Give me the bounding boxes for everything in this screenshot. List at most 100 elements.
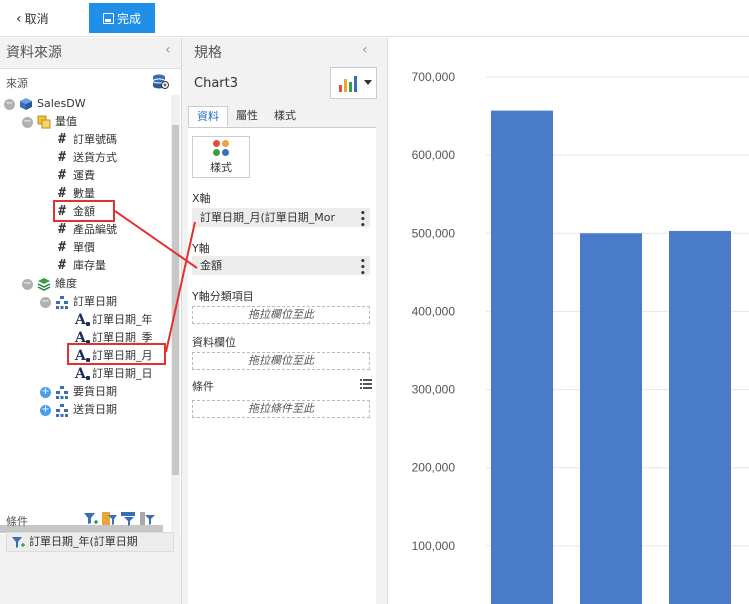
collapse-icon[interactable]: − [22,116,33,128]
tree-item-ship-method[interactable]: # 送貨方式 [0,149,170,167]
tree-item-dimensions[interactable]: − 維度 [0,275,170,293]
tree-item-label: 訂單號碼 [73,133,117,146]
cancel-label: 取消 [24,12,49,26]
chart-type-dropdown[interactable] [330,67,377,99]
style-button-label: 樣式 [210,161,232,174]
tree-item-measures[interactable]: − 量值 [0,113,170,131]
condition-label: 條件 [6,515,28,528]
y-tick-label: 600,000 [412,148,456,162]
tree-item-order-date-day[interactable]: A 訂單日期_日 [0,365,170,383]
expand-icon[interactable]: + [40,404,51,416]
measure-field-icon: # [58,258,66,273]
hierarchy-icon [55,385,69,399]
x-axis-field[interactable]: 訂單日期_月(訂單日期_Mor • • • [192,208,370,227]
tree-item-order-date[interactable]: − 訂單日期 [0,293,170,311]
collapse-icon[interactable]: − [22,278,33,290]
data-field-dropzone[interactable]: 拖拉欄位至此 [192,352,370,370]
collapse-spec-icon[interactable]: ‹ [362,42,368,58]
condition-item[interactable]: 訂單日期_年(訂單日期 [6,532,174,552]
tree-item-label: 單價 [73,241,95,254]
and-filter-icon[interactable] [101,510,118,527]
y-axis-label: Y軸 [192,242,210,255]
db-icon [19,97,33,111]
tab-data[interactable]: 資料 [188,106,228,127]
y-tick-label: 500,000 [412,226,456,240]
y-group-dropzone[interactable]: 拖拉欄位至此 [192,306,370,324]
y-axis-field[interactable]: 金額 • • • [192,256,370,275]
collapse-panel-icon[interactable]: ‹ [165,42,171,58]
tree-item-label: 運費 [73,169,95,182]
tree-item-unit-price[interactable]: # 單價 [0,239,170,257]
more-options-icon[interactable]: • • • [360,256,366,276]
tab-properties[interactable]: 屬性 [228,106,266,127]
cancel-button[interactable]: ‹ 取消 [16,10,49,27]
tree-vertical-scrollbar[interactable] [171,95,180,535]
palette-icon [212,139,230,157]
data-field-label: 資料欄位 [192,336,236,349]
attribute-icon: A [75,311,90,329]
more-options-icon[interactable]: • • • [360,208,366,228]
tree-item-sales-dw[interactable]: − SalesDW [0,95,170,113]
tab-style[interactable]: 樣式 [266,106,304,127]
measure-field-icon: # [58,150,66,165]
database-switch-icon[interactable] [152,73,169,90]
or-filter-icon[interactable] [120,510,137,527]
tree-item-order-date-year[interactable]: A 訂單日期_年 [0,311,170,329]
expand-icon[interactable]: + [40,386,51,398]
save-icon [102,12,114,24]
measure-icon [37,115,51,129]
add-filter-icon[interactable] [82,510,99,527]
collapse-icon[interactable]: − [4,98,15,110]
tree-item-label: SalesDW [37,97,86,110]
x-axis-field-label: 訂單日期_月(訂單日期_Mor [200,211,336,224]
tree-item-label: 維度 [55,277,77,290]
spec-panel: 規格 ‹ Chart3 資料 屬性 樣式 樣式 X軸 訂單日期_月(訂單日期_Mor… [182,38,388,604]
style-button[interactable]: 樣式 [192,136,250,178]
measure-field-icon: # [58,168,66,183]
hierarchy-icon [55,295,69,309]
filter-icon [12,537,25,548]
tree-item-product-no[interactable]: # 產品編號 [0,221,170,239]
tree-item-stock[interactable]: # 庫存量 [0,257,170,275]
data-source-panel: 資料來源 ‹ 來源 − SalesDW − 量值 # 訂單號碼 # 送貨方式 # 運費 # 數量 # 金額… [0,38,182,604]
filter-group-icon[interactable] [139,510,156,527]
condition-toolbar [82,510,158,527]
condition-item-label: 訂單日期_年(訂單日期 [29,535,138,548]
tree-item-label: 訂單日期_年 [92,313,153,326]
collapse-icon[interactable]: − [40,296,51,308]
highlight-box-amount [53,200,115,222]
tree-item-label: 送貨日期 [73,403,117,416]
tree-item-order-no[interactable]: # 訂單號碼 [0,131,170,149]
bar[interactable] [669,230,731,604]
spec-condition-label: 條件 [192,380,214,393]
chevron-left-icon: ‹ [16,10,22,27]
data-source-title: 資料來源 [6,45,62,61]
condition-dropzone[interactable]: 拖拉條件至此 [192,400,370,418]
x-axis-label: X軸 [192,192,211,205]
bar[interactable] [580,233,642,604]
tree-item-ship-date[interactable]: + 送貨日期 [0,401,170,419]
tree-item-label: 庫存量 [73,259,106,272]
tree-item-label: 產品編號 [73,223,117,236]
done-label: 完成 [116,11,141,26]
y-group-label: Y軸分類項目 [192,290,254,303]
source-tree: − SalesDW − 量值 # 訂單號碼 # 送貨方式 # 運費 # 數量 # 金額 # 產品編號 # 單價 # 庫… [0,95,170,419]
tree-item-request-date[interactable]: + 要貨日期 [0,383,170,401]
hierarchy-icon [55,403,69,417]
tree-item-label: 訂單日期 [73,295,117,308]
measure-field-icon: # [58,240,66,255]
y-tick-label: 100,000 [412,539,456,553]
highlight-box-order-month [67,343,166,365]
list-icon[interactable] [360,379,372,389]
chart-preview: 100,000 200,000 300,000 400,000 500,000 600,0… [389,38,749,604]
tree-item-label: 訂單日期_日 [92,367,153,380]
dimension-icon [37,277,51,291]
tree-item-freight[interactable]: # 運費 [0,167,170,185]
spec-title: 規格 [194,45,222,61]
y-tick-label: 700,000 [412,70,456,84]
y-axis-field-label: 金額 [200,259,222,272]
spec-tabs: 資料 屬性 樣式 [188,106,376,128]
bar[interactable] [491,110,553,604]
source-label: 來源 [6,77,28,90]
done-button[interactable]: 完成 [89,3,155,33]
